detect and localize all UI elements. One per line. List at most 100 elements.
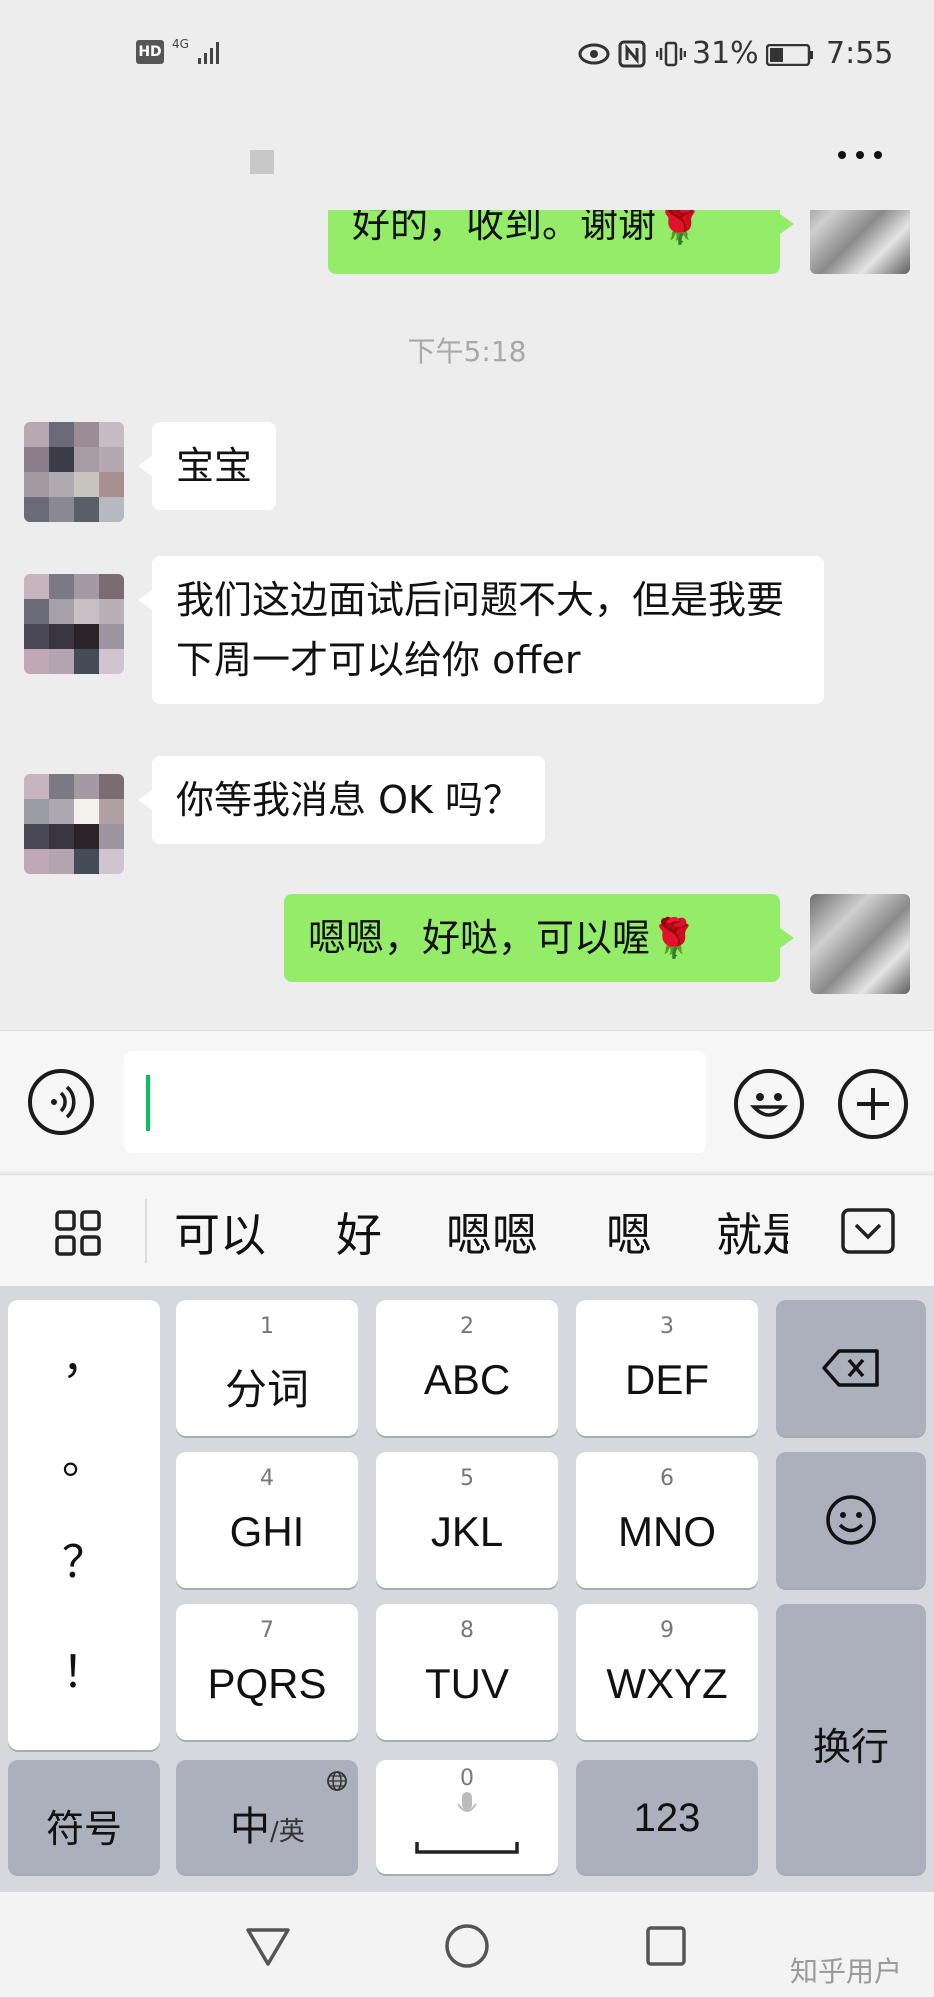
key-number: 3 [660, 1314, 674, 1339]
message-bubble-in[interactable]: 我们这边面试后问题不大，但是我要下周一才可以给你 offer [138, 556, 824, 704]
battery-percent: 31% [692, 36, 759, 71]
emoji-key[interactable] [776, 1452, 926, 1588]
candidate-list: 可以 好 嗯嗯 嗯 就是 [170, 1175, 788, 1287]
space-bar-icon [415, 1842, 519, 1854]
key-label: TUV [425, 1660, 509, 1707]
candidate-word[interactable]: 可以 [174, 1199, 266, 1265]
key-label: 符号 [45, 1809, 122, 1851]
language-switch-key[interactable]: 中/英 [176, 1760, 358, 1874]
grid-icon[interactable] [54, 1209, 102, 1257]
message-text: 我们这边面试后问题不大，但是我要下周一才可以给你 offer [176, 578, 785, 682]
punct-period[interactable]: 。 [8, 1422, 160, 1486]
key-9-wxyz[interactable]: 9 WXYZ [576, 1604, 758, 1740]
back-triangle-icon[interactable] [244, 1924, 292, 1968]
message-timestamp: 下午5:18 [407, 335, 527, 368]
key-number: 4 [260, 1466, 274, 1491]
microphone-icon [457, 1792, 477, 1812]
lang-alt: /英 [270, 1817, 305, 1847]
home-circle-icon[interactable] [443, 1922, 491, 1970]
voice-icon[interactable] [28, 1069, 94, 1135]
watermark: 知乎用户 [790, 1955, 903, 1988]
backspace-icon [822, 1349, 879, 1387]
hd-badge: HD [136, 40, 164, 64]
my-avatar[interactable] [810, 894, 910, 994]
symbols-key[interactable]: 符号 [8, 1760, 160, 1874]
message-bubble-in[interactable]: 宝宝 [137, 422, 277, 510]
key-label: DEF [625, 1356, 709, 1403]
keyboard: ， 。 ？ ！ 1 分词 2 ABC 3 DEF 4 GHI 5 JKL 6 M… [0, 1286, 934, 1892]
nfc-icon [618, 40, 646, 68]
key-number: 1 [260, 1314, 274, 1339]
message-text: 宝宝 [176, 444, 253, 488]
key-label: MNO [618, 1508, 716, 1555]
network-type: 4G [172, 37, 189, 51]
key-number: 7 [260, 1618, 274, 1643]
contact-avatar[interactable] [24, 422, 124, 522]
key-label: 换行 [812, 1727, 889, 1769]
punct-question[interactable]: ？ [8, 1526, 160, 1590]
battery-icon [766, 44, 813, 66]
chat-title-redacted [250, 150, 274, 174]
collapse-keyboard-icon[interactable] [840, 1207, 896, 1255]
contact-avatar[interactable] [24, 774, 124, 874]
punctuation-panel[interactable]: ， 。 ？ ！ [8, 1300, 160, 1750]
signal-icon [198, 42, 219, 64]
key-label: JKL [430, 1508, 504, 1555]
smiley-icon [826, 1495, 876, 1545]
plus-icon[interactable] [838, 1069, 908, 1139]
clock: 7:55 [826, 36, 894, 71]
key-5-jkl[interactable]: 5 JKL [376, 1452, 558, 1588]
key-4-ghi[interactable]: 4 GHI [176, 1452, 358, 1588]
newline-key[interactable]: 换行 [776, 1604, 926, 1874]
message-text: 嗯嗯，好哒，可以喔🌹 [308, 916, 698, 960]
my-avatar[interactable] [810, 210, 910, 274]
key-1-fenci[interactable]: 1 分词 [176, 1300, 358, 1436]
divider [145, 1199, 147, 1263]
key-number: 5 [460, 1466, 474, 1491]
key-8-tuv[interactable]: 8 TUV [376, 1604, 558, 1740]
punct-exclaim[interactable]: ！ [8, 1636, 160, 1700]
numeric-key[interactable]: 123 [576, 1760, 758, 1874]
space-key[interactable]: 0 [376, 1760, 558, 1874]
backspace-key[interactable] [776, 1300, 926, 1436]
text-caret [146, 1075, 150, 1131]
vibrate-icon [656, 41, 686, 67]
message-bubble-out[interactable]: 好的，收到。谢谢🌹 [328, 210, 794, 274]
key-3-def[interactable]: 3 DEF [576, 1300, 758, 1436]
message-bubble-out[interactable]: 嗯嗯，好哒，可以喔🌹 [284, 894, 794, 982]
message-input-bar [0, 1030, 934, 1171]
message-input[interactable] [124, 1051, 706, 1153]
key-7-pqrs[interactable]: 7 PQRS [176, 1604, 358, 1740]
recents-square-icon[interactable] [644, 1924, 688, 1968]
message-bubble-in[interactable]: 你等我消息 OK 吗？ [138, 756, 545, 844]
key-number: 2 [460, 1314, 474, 1339]
candidate-word[interactable]: 好 [336, 1199, 382, 1265]
key-number: 9 [660, 1618, 674, 1643]
key-number: 0 [460, 1766, 474, 1791]
candidate-bar: 可以 好 嗯嗯 嗯 就是 [0, 1174, 934, 1287]
candidate-word[interactable]: 就是 [716, 1199, 788, 1265]
message-text: 好的，收到。谢谢🌹 [352, 210, 704, 246]
key-number: 6 [660, 1466, 674, 1491]
key-label: GHI [229, 1508, 305, 1555]
key-2-abc[interactable]: 2 ABC [376, 1300, 558, 1436]
more-icon[interactable] [830, 135, 890, 175]
globe-icon [327, 1771, 347, 1791]
key-label: 分词 [224, 1366, 309, 1413]
status-bar: HD 4G 31% 7:55 [0, 0, 934, 110]
lang-label: 中/英 [230, 1794, 305, 1852]
emoji-icon[interactable] [734, 1069, 804, 1139]
key-label: ABC [423, 1356, 511, 1403]
candidate-word[interactable]: 嗯嗯 [446, 1199, 538, 1265]
key-label: PQRS [207, 1660, 327, 1707]
key-number: 8 [460, 1618, 474, 1643]
eye-icon [578, 43, 610, 65]
key-6-mno[interactable]: 6 MNO [576, 1452, 758, 1588]
key-label: 123 [633, 1796, 701, 1840]
contact-avatar[interactable] [24, 574, 124, 674]
punct-comma[interactable]: ， [8, 1322, 160, 1386]
candidate-word[interactable]: 嗯 [606, 1199, 652, 1265]
message-text: 你等我消息 OK 吗？ [176, 778, 521, 822]
key-label: WXYZ [606, 1660, 728, 1707]
lang-main: 中 [230, 1804, 270, 1850]
